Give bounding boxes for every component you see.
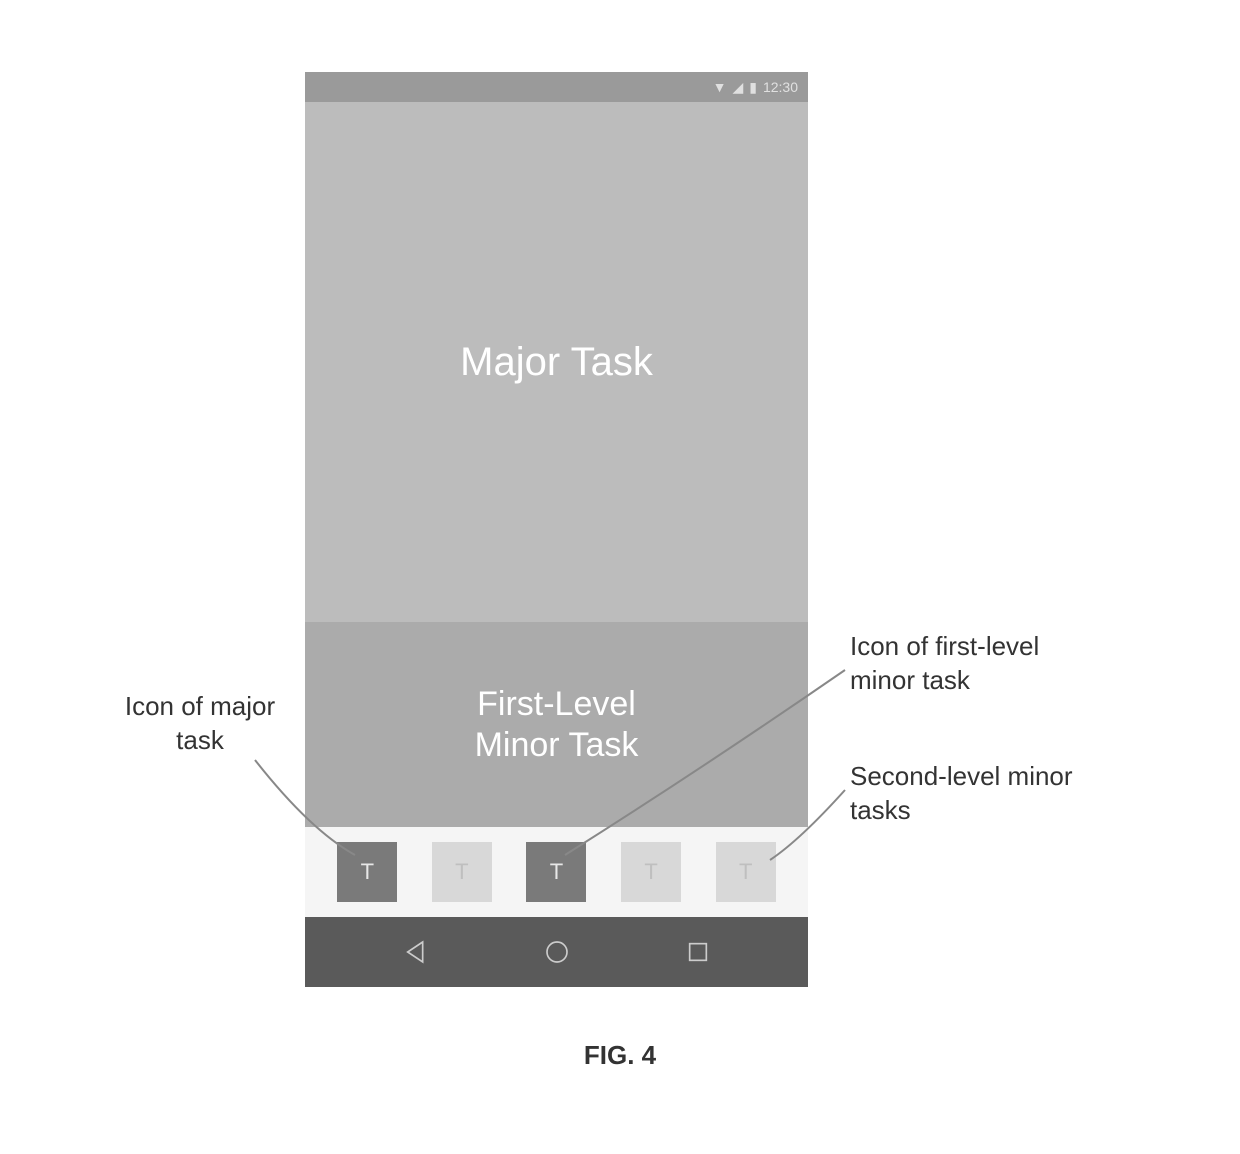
- second-level-minor-task-icon[interactable]: T: [432, 842, 492, 902]
- status-bar: ▼ ◢ ▮ 12:30: [305, 72, 808, 102]
- major-task-icon[interactable]: T: [337, 842, 397, 902]
- battery-icon: ▮: [749, 79, 757, 96]
- status-time: 12:30: [763, 79, 798, 95]
- callout-major-task-icon: Icon of major task: [120, 690, 280, 758]
- phone-mockup: ▼ ◢ ▮ 12:30 Major Task First-Level Minor…: [305, 72, 808, 987]
- signal-icon: ◢: [732, 79, 743, 96]
- recent-apps-icon[interactable]: [680, 934, 716, 970]
- first-level-minor-task-icon[interactable]: T: [526, 842, 586, 902]
- major-task-label: Major Task: [460, 340, 653, 385]
- first-level-minor-task-area[interactable]: First-Level Minor Task: [305, 622, 808, 827]
- second-level-minor-task-icon[interactable]: T: [621, 842, 681, 902]
- navigation-bar: [305, 917, 808, 987]
- task-icon-bar: T T T T T: [305, 827, 808, 917]
- first-level-minor-task-label: First-Level Minor Task: [475, 684, 639, 766]
- figure-caption: FIG. 4: [0, 1040, 1240, 1071]
- home-icon[interactable]: [539, 934, 575, 970]
- major-task-area[interactable]: Major Task: [305, 102, 808, 622]
- second-level-minor-task-icon[interactable]: T: [716, 842, 776, 902]
- callout-second-level-tasks: Second-level minor tasks: [850, 760, 1110, 828]
- back-icon[interactable]: [398, 934, 434, 970]
- callout-first-level-icon: Icon of first-level minor task: [850, 630, 1110, 698]
- wifi-icon: ▼: [713, 79, 727, 95]
